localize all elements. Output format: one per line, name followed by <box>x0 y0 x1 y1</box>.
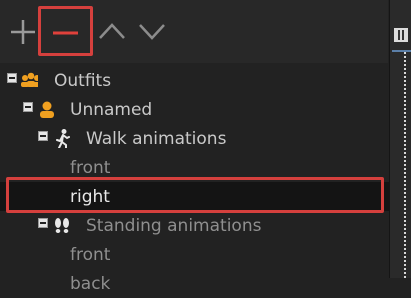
tree-item-outfits[interactable]: Outfits <box>0 66 389 95</box>
tree-item-label: front <box>70 245 111 265</box>
tree-item-standing-front[interactable]: front <box>0 240 389 269</box>
tree-item-label: Standing animations <box>86 216 262 236</box>
dotted-guide <box>404 52 406 278</box>
tree-item-walk-animations[interactable]: Walk animations <box>0 124 389 153</box>
collapse-toggle[interactable] <box>38 131 48 141</box>
collapse-toggle[interactable] <box>38 218 48 228</box>
move-down-button[interactable] <box>134 8 174 52</box>
plus-icon <box>11 20 35 44</box>
panel-divider <box>392 50 411 52</box>
tree-item-label: Walk animations <box>86 129 227 149</box>
tree-item-label: back <box>70 274 111 294</box>
walking-person-icon <box>56 129 70 148</box>
tree-item-label: front <box>70 158 111 178</box>
remove-button[interactable] <box>38 6 93 56</box>
person-icon <box>40 101 54 118</box>
tree-item-standing-back[interactable]: back <box>0 269 389 298</box>
tree-item-label: Outfits <box>54 71 112 91</box>
outfit-tree: Outfits Unnamed Walk animations front ri… <box>0 63 389 294</box>
add-button[interactable] <box>3 8 43 52</box>
collapse-toggle[interactable] <box>23 102 33 112</box>
group-icon <box>21 72 38 87</box>
move-up-button[interactable] <box>94 8 134 52</box>
side-panel <box>389 0 411 278</box>
tree-item-character[interactable]: Unnamed <box>0 95 389 124</box>
toolbar <box>0 0 388 63</box>
panel-tab-icon[interactable] <box>394 28 408 42</box>
tree-item-standing-animations[interactable]: Standing animations <box>0 211 389 240</box>
footprints-icon <box>55 218 69 233</box>
tree-item-label: Unnamed <box>70 100 153 120</box>
chevron-down-icon <box>139 24 165 40</box>
chevron-up-icon <box>99 23 125 39</box>
collapse-toggle[interactable] <box>7 73 17 83</box>
minus-icon <box>53 31 78 35</box>
selection-highlight-outline <box>6 177 384 213</box>
